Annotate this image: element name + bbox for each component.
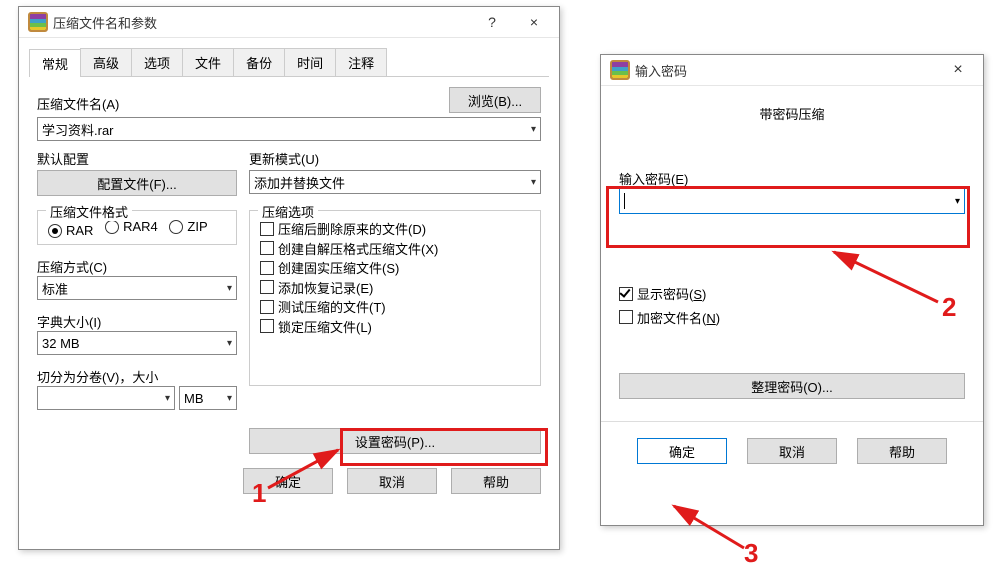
profiles-button[interactable]: 配置文件(F)...: [37, 170, 237, 196]
radio-rar4[interactable]: RAR4: [105, 219, 158, 234]
annotation-number-3: 3: [744, 540, 758, 566]
set-password-button[interactable]: 设置密码(P)...: [249, 428, 541, 454]
titlebar: 压缩文件名和参数 ? ×: [19, 7, 559, 38]
help-button[interactable]: ?: [471, 8, 513, 36]
tab-time[interactable]: 时间: [284, 48, 336, 76]
chevron-down-icon: ▾: [531, 124, 536, 135]
check-sfx[interactable]: 创建自解压格式压缩文件(X): [260, 239, 438, 258]
radio-rar[interactable]: RAR: [48, 223, 93, 238]
tab-general[interactable]: 常规: [29, 49, 81, 77]
archive-name-label: 压缩文件名(A): [37, 94, 441, 113]
options-group-label: 压缩选项: [258, 202, 318, 221]
check-recovery[interactable]: 添加恢复记录(E): [260, 278, 373, 297]
dialog-title: 输入密码: [635, 61, 937, 80]
chevron-down-icon: ▾: [227, 393, 232, 404]
check-test[interactable]: 测试压缩的文件(T): [260, 297, 386, 316]
ok-button[interactable]: 确定: [637, 438, 727, 464]
help-button[interactable]: 帮助: [857, 438, 947, 464]
winrar-icon: [29, 13, 47, 31]
update-mode-value: 添加并替换文件: [254, 173, 345, 192]
dict-combo[interactable]: 32 MB▾: [37, 331, 237, 355]
tab-advanced[interactable]: 高级: [80, 48, 132, 76]
archive-name-value: 学习资料.rar: [42, 120, 114, 139]
default-profile-label: 默认配置: [37, 149, 237, 168]
chevron-down-icon: ▾: [955, 196, 960, 207]
chevron-down-icon: ▾: [165, 393, 170, 404]
tab-comment[interactable]: 注释: [335, 48, 387, 76]
check-show-password[interactable]: 显示密码(S): [619, 284, 706, 303]
format-group: 压缩文件格式 RAR RAR4 ZIP: [37, 210, 237, 245]
chevron-down-icon: ▾: [531, 177, 536, 188]
dialog-title: 压缩文件名和参数: [53, 13, 471, 32]
check-delete[interactable]: 压缩后删除原来的文件(D): [260, 219, 426, 238]
check-lock[interactable]: 锁定压缩文件(L): [260, 317, 372, 336]
close-button[interactable]: ×: [513, 8, 555, 36]
annotation-number-1: 1: [252, 480, 266, 506]
password-input[interactable]: ▾: [619, 188, 965, 214]
archive-dialog: 压缩文件名和参数 ? × 常规 高级 选项 文件 备份 时间 注释 压缩文件名(…: [18, 6, 560, 550]
chevron-down-icon: ▾: [227, 283, 232, 294]
radio-zip[interactable]: ZIP: [169, 219, 207, 234]
split-unit-combo[interactable]: MB▾: [179, 386, 237, 410]
update-mode-label: 更新模式(U): [249, 149, 541, 168]
options-group: 压缩选项 压缩后删除原来的文件(D) 创建自解压格式压缩文件(X) 创建固实压缩…: [249, 210, 541, 386]
check-solid[interactable]: 创建固实压缩文件(S): [260, 258, 399, 277]
text-caret: [624, 193, 625, 209]
check-encrypt-filenames[interactable]: 加密文件名(N): [619, 308, 720, 327]
tab-backup[interactable]: 备份: [233, 48, 285, 76]
split-label: 切分为分卷(V)，大小: [37, 367, 237, 386]
cancel-button[interactable]: 取消: [747, 438, 837, 464]
update-mode-combo[interactable]: 添加并替换文件 ▾: [249, 170, 541, 194]
chevron-down-icon: ▾: [227, 338, 232, 349]
method-combo[interactable]: 标准▾: [37, 276, 237, 300]
help-button[interactable]: 帮助: [451, 468, 541, 494]
annotation-number-2: 2: [942, 294, 956, 320]
dialog2-button-row: 确定 取消 帮助: [601, 438, 983, 464]
tab-files[interactable]: 文件: [182, 48, 234, 76]
titlebar: 输入密码 ×: [601, 55, 983, 86]
split-size-combo[interactable]: ▾: [37, 386, 175, 410]
dialog1-button-row: 确定 取消 帮助: [19, 468, 559, 494]
password-dialog: 输入密码 × 带密码压缩 输入密码(E) ▾ 显示密码(S) 加密文件名(N) …: [600, 54, 984, 526]
tab-bar: 常规 高级 选项 文件 备份 时间 注释: [29, 48, 549, 77]
archive-name-combo[interactable]: 学习资料.rar ▾: [37, 117, 541, 141]
format-group-label: 压缩文件格式: [46, 202, 132, 221]
close-button[interactable]: ×: [937, 56, 979, 84]
tab-options[interactable]: 选项: [131, 48, 183, 76]
cancel-button[interactable]: 取消: [347, 468, 437, 494]
winrar-icon: [611, 61, 629, 79]
password-heading: 带密码压缩: [601, 86, 983, 131]
browse-button[interactable]: 浏览(B)...: [449, 87, 541, 113]
enter-password-label: 输入密码(E): [619, 169, 965, 188]
dict-label: 字典大小(I): [37, 312, 237, 331]
organize-passwords-button[interactable]: 整理密码(O)...: [619, 373, 965, 399]
method-label: 压缩方式(C): [37, 257, 237, 276]
